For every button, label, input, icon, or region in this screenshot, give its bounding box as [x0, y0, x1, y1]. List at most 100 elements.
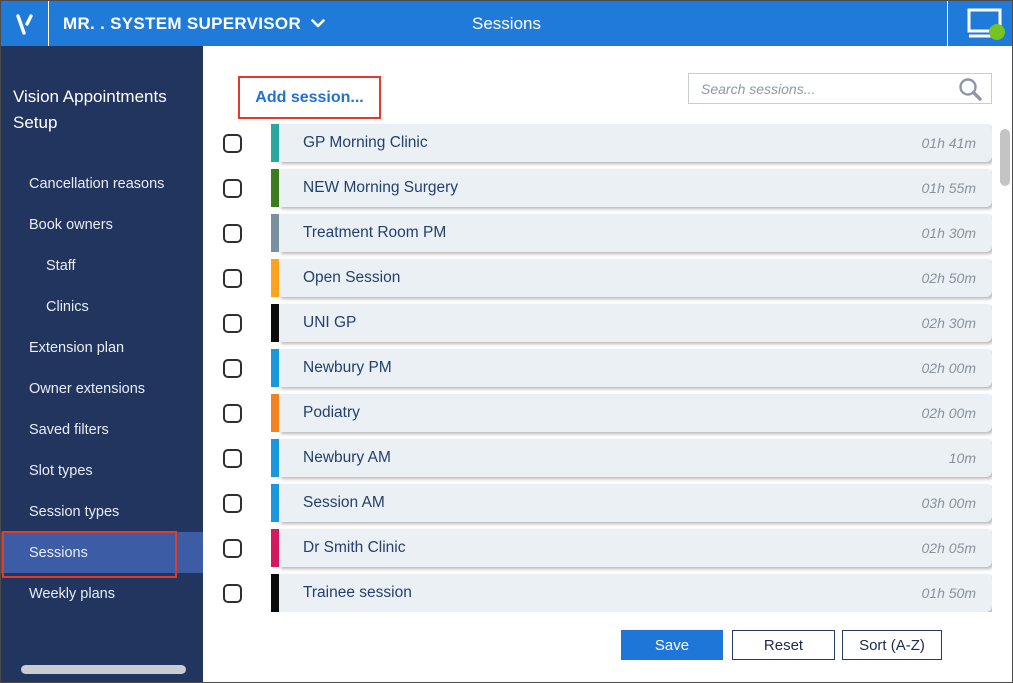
session-checkbox[interactable] [223, 493, 242, 513]
session-color-bar [271, 304, 279, 342]
sidebar-item-label: Book owners [29, 216, 113, 233]
session-row: Podiatry 02h 00m [223, 394, 992, 432]
sidebar-item-label: Sessions [29, 544, 88, 561]
session-duration: 02h 30m [921, 315, 976, 331]
sidebar-title: Vision Appointments Setup [13, 87, 167, 132]
user-menu-label: MR. . SYSTEM SUPERVISOR [63, 13, 302, 33]
session-name: UNI GP [303, 314, 357, 331]
session-color-bar [271, 214, 279, 252]
session-checkbox[interactable] [223, 538, 242, 558]
session-list-scrollbar[interactable] [1000, 129, 1010, 186]
session-color-bar [271, 349, 279, 387]
session-name: NEW Morning Surgery [303, 179, 459, 196]
session-color-bar [271, 484, 279, 522]
header-divider [947, 1, 948, 46]
sidebar-item-owner-extensions[interactable]: Owner extensions [1, 368, 203, 409]
session-checkbox[interactable] [223, 448, 242, 468]
sidebar-item-cancellation-reasons[interactable]: Cancellation reasons [1, 163, 203, 204]
annotation-box-add-session: Add session... [238, 76, 381, 119]
session-checkbox[interactable] [223, 403, 242, 423]
sidebar-item-book-owners[interactable]: Book owners [1, 204, 203, 245]
session-name: Trainee session [303, 584, 412, 601]
sidebar-item-extension-plan[interactable]: Extension plan [1, 327, 203, 368]
chevron-down-icon [311, 19, 325, 28]
session-name: Open Session [303, 269, 401, 286]
session-row: UNI GP 02h 30m [223, 304, 992, 342]
session-duration: 02h 00m [921, 405, 976, 421]
sidebar-horizontal-scrollbar[interactable] [21, 665, 186, 674]
search-input[interactable] [689, 74, 957, 103]
sidebar-item-clinics[interactable]: Clinics [1, 286, 203, 327]
session-duration: 01h 50m [921, 585, 976, 601]
user-menu-dropdown[interactable]: MR. . SYSTEM SUPERVISOR [63, 14, 325, 34]
session-name: Newbury AM [303, 449, 391, 466]
monitor-online-icon [967, 8, 1005, 40]
sidebar-item-label: Saved filters [29, 421, 109, 438]
session-row-body[interactable]: Dr Smith Clinic 02h 05m [279, 529, 992, 567]
sidebar-item-slot-types[interactable]: Slot types [1, 450, 203, 491]
session-duration: 01h 41m [921, 135, 976, 151]
reset-button[interactable]: Reset [732, 630, 835, 660]
session-row-body[interactable]: GP Morning Clinic 01h 41m [279, 124, 992, 162]
sidebar-item-weekly-plans[interactable]: Weekly plans [1, 573, 203, 614]
sort-az-button[interactable]: Sort (A-Z) [842, 630, 942, 660]
session-checkbox[interactable] [223, 223, 242, 243]
session-checkbox[interactable] [223, 133, 242, 153]
session-row-body[interactable]: UNI GP 02h 30m [279, 304, 992, 342]
session-row-body[interactable]: Open Session 02h 50m [279, 259, 992, 297]
session-checkbox[interactable] [223, 268, 242, 288]
app-logo[interactable] [1, 1, 48, 46]
sidebar-item-label: Owner extensions [29, 380, 146, 397]
session-checkbox[interactable] [223, 358, 242, 378]
session-checkbox[interactable] [223, 178, 242, 198]
session-color-bar [271, 394, 279, 432]
sidebar-item-label: Slot types [29, 462, 93, 479]
sidebar: Vision Appointments Setup Cancellation r… [1, 46, 203, 682]
sidebar-menu: Cancellation reasons Book owners Staff C… [1, 163, 203, 614]
search-icon[interactable] [957, 76, 983, 102]
session-list: GP Morning Clinic 01h 41m NEW Morning Su… [223, 124, 992, 612]
session-row: Newbury PM 02h 00m [223, 349, 992, 387]
session-row: Dr Smith Clinic 02h 05m [223, 529, 992, 567]
session-row-body[interactable]: NEW Morning Surgery 01h 55m [279, 169, 992, 207]
session-name: Dr Smith Clinic [303, 539, 406, 556]
session-duration: 01h 30m [921, 225, 976, 241]
footer-buttons: Save Reset Sort (A-Z) [621, 630, 942, 660]
sidebar-item-label: Session types [29, 503, 120, 520]
session-row: NEW Morning Surgery 01h 55m [223, 169, 992, 207]
session-row-body[interactable]: Session AM 03h 00m [279, 484, 992, 522]
session-name: Podiatry [303, 404, 360, 421]
connection-status-button[interactable] [960, 7, 1012, 41]
save-button[interactable]: Save [621, 630, 723, 660]
session-row: Treatment Room PM 01h 30m [223, 214, 992, 252]
session-row-body[interactable]: Podiatry 02h 00m [279, 394, 992, 432]
sidebar-item-label: Clinics [46, 298, 89, 315]
vision-v-icon [15, 13, 33, 35]
session-row: Session AM 03h 00m [223, 484, 992, 522]
session-name: GP Morning Clinic [303, 134, 428, 151]
session-duration: 03h 00m [921, 495, 976, 511]
session-checkbox[interactable] [223, 313, 242, 333]
session-color-bar [271, 259, 279, 297]
session-duration: 02h 50m [921, 270, 976, 286]
session-row-body[interactable]: Newbury PM 02h 00m [279, 349, 992, 387]
sidebar-item-saved-filters[interactable]: Saved filters [1, 409, 203, 450]
session-row-body[interactable]: Newbury AM 10m [279, 439, 992, 477]
page-title: Sessions [472, 13, 541, 33]
session-row-body[interactable]: Trainee session 01h 50m [279, 574, 992, 612]
session-checkbox[interactable] [223, 583, 242, 603]
sidebar-item-sessions[interactable]: Sessions [1, 531, 203, 578]
add-session-button[interactable]: Add session... [255, 89, 363, 107]
top-header-bar: MR. . SYSTEM SUPERVISOR Sessions [1, 1, 1012, 46]
app-window: MR. . SYSTEM SUPERVISOR Sessions Vision … [0, 0, 1013, 683]
session-name: Newbury PM [303, 359, 392, 376]
sidebar-item-label: Cancellation reasons [29, 175, 165, 192]
sidebar-item-staff[interactable]: Staff [1, 245, 203, 286]
sidebar-item-session-types[interactable]: Session types [1, 491, 203, 532]
sidebar-item-label: Weekly plans [29, 585, 115, 602]
session-duration: 02h 00m [921, 360, 976, 376]
session-duration: 02h 05m [921, 540, 976, 556]
session-color-bar [271, 439, 279, 477]
session-color-bar [271, 124, 279, 162]
session-row-body[interactable]: Treatment Room PM 01h 30m [279, 214, 992, 252]
